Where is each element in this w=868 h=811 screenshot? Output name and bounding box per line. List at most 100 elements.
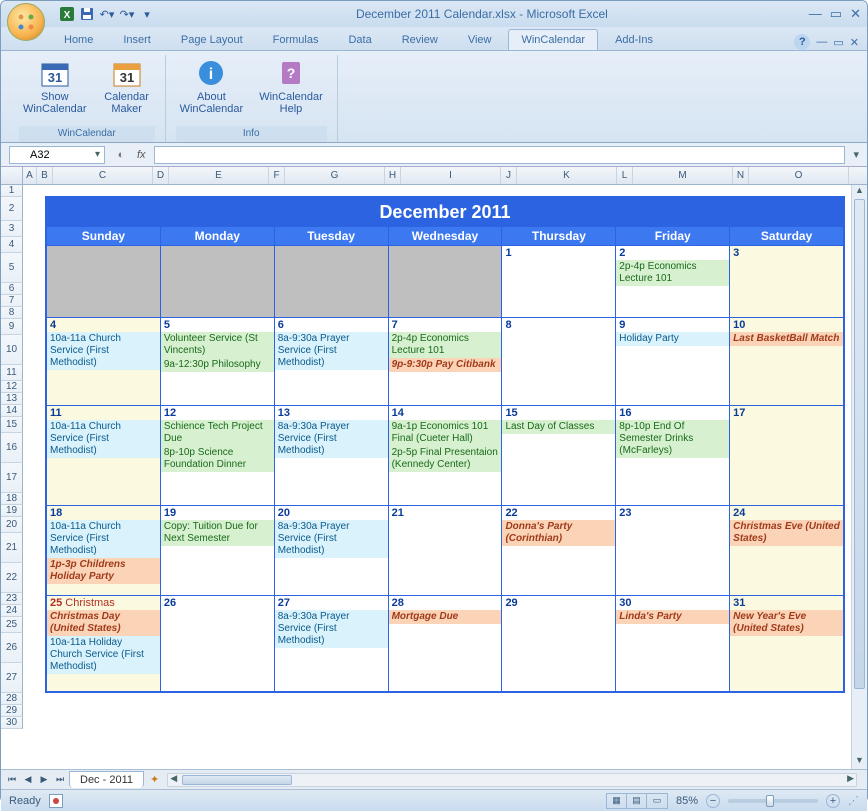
name-box[interactable]: A32 xyxy=(9,146,105,164)
row-header[interactable]: 5 xyxy=(1,253,23,283)
wincalendar-help-button[interactable]: ? WinCalendarHelp xyxy=(255,55,327,124)
calendar-event[interactable]: 10a-11a Holiday Church Service (First Me… xyxy=(47,636,160,674)
scroll-thumb[interactable] xyxy=(182,775,292,785)
row-header[interactable]: 22 xyxy=(1,563,23,593)
calendar-event[interactable]: Schience Tech Project Due xyxy=(161,420,274,446)
row-header[interactable]: 2 xyxy=(1,197,23,221)
resize-grip-icon[interactable]: ⋰ xyxy=(848,794,859,807)
maximize-button[interactable]: ▭ xyxy=(830,6,842,22)
calendar-event[interactable]: Last BasketBall Match xyxy=(730,332,843,346)
calendar-cell[interactable]: 138a-9:30a Prayer Service (First Methodi… xyxy=(275,406,389,505)
calendar-event[interactable]: 8a-9:30a Prayer Service (First Methodist… xyxy=(275,332,388,370)
calendar-event[interactable]: 9p-9:30p Pay Citibank xyxy=(389,358,502,372)
row-header[interactable]: 19 xyxy=(1,505,23,517)
tab-data[interactable]: Data xyxy=(335,29,384,50)
col-header[interactable]: B xyxy=(37,167,53,184)
calendar-event[interactable]: Christmas Day (United States) xyxy=(47,610,160,636)
about-wincalendar-button[interactable]: i AboutWinCalendar xyxy=(176,55,248,124)
row-header[interactable]: 3 xyxy=(1,221,23,237)
row-header[interactable]: 7 xyxy=(1,295,23,307)
calendar-cell[interactable]: 22 Donna's Party (Corinthian) xyxy=(502,506,616,595)
col-header[interactable]: M xyxy=(633,167,733,184)
calendar-cell[interactable]: 15 Last Day of Classes xyxy=(502,406,616,505)
office-button[interactable] xyxy=(7,3,45,41)
calendar-event[interactable]: New Year's Eve (United States) xyxy=(730,610,843,636)
row-header[interactable]: 15 xyxy=(1,417,23,433)
calendar-event[interactable]: 10a-11a Church Service (First Methodist) xyxy=(47,420,160,458)
inner-close-button[interactable]: ✕ xyxy=(850,36,859,49)
row-header[interactable]: 1 xyxy=(1,185,23,197)
row-header[interactable]: 21 xyxy=(1,533,23,563)
excel-icon[interactable]: X xyxy=(59,6,75,22)
row-header[interactable]: 13 xyxy=(1,393,23,405)
calendar-cell[interactable] xyxy=(389,246,503,317)
row-header[interactable]: 14 xyxy=(1,405,23,417)
select-all-corner[interactable] xyxy=(1,167,23,184)
tab-nav-next[interactable]: ▶ xyxy=(37,774,51,785)
scroll-up-icon[interactable]: ▲ xyxy=(852,185,867,199)
calendar-cell[interactable]: 1810a-11a Church Service (First Methodis… xyxy=(47,506,161,595)
calendar-cell[interactable]: 1110a-11a Church Service (First Methodis… xyxy=(47,406,161,505)
show-wincalendar-button[interactable]: 31 ShowWinCalendar xyxy=(19,55,91,124)
calendar-cell[interactable]: 168p-10p End Of Semester Drinks (McFarle… xyxy=(616,406,730,505)
col-header[interactable]: E xyxy=(169,167,269,184)
calendar-event[interactable]: 8a-9:30a Prayer Service (First Methodist… xyxy=(275,610,388,648)
calendar-event[interactable]: 2p-5p Final Presentaion (Kennedy Center) xyxy=(389,446,502,472)
row-header[interactable]: 17 xyxy=(1,463,23,493)
row-header[interactable]: 30 xyxy=(1,717,23,729)
row-header[interactable]: 16 xyxy=(1,433,23,463)
tab-formulas[interactable]: Formulas xyxy=(260,29,332,50)
calendar-cell[interactable]: 72p-4p Economics Lecture 1019p-9:30p Pay… xyxy=(389,318,503,405)
calendar-event[interactable]: Linda's Party xyxy=(616,610,729,624)
undo-icon[interactable]: ↶▾ xyxy=(99,6,115,22)
tab-pagelayout[interactable]: Page Layout xyxy=(168,29,256,50)
horizontal-scrollbar[interactable]: ◀ ▶ xyxy=(167,773,857,787)
calendar-cell[interactable]: 25 Christmas Christmas Day (United State… xyxy=(47,596,161,691)
row-header[interactable]: 25 xyxy=(1,617,23,633)
calendar-cell[interactable]: 149a-1p Economics 101 Final (Cueter Hall… xyxy=(389,406,503,505)
new-sheet-icon[interactable]: ✦ xyxy=(150,773,159,786)
grid-body[interactable]: December 2011 SundayMondayTuesdayWednesd… xyxy=(23,185,851,769)
col-header[interactable]: L xyxy=(617,167,633,184)
col-header[interactable]: N xyxy=(733,167,749,184)
row-header[interactable]: 28 xyxy=(1,693,23,705)
calendar-event[interactable]: 1p-3p Childrens Holiday Party xyxy=(47,558,160,584)
view-pagebreak-button[interactable]: ▭ xyxy=(647,794,667,808)
zoom-slider-knob[interactable] xyxy=(766,795,774,807)
zoom-percent[interactable]: 85% xyxy=(676,795,698,807)
calendar-maker-button[interactable]: 31 CalendarMaker xyxy=(99,55,155,124)
zoom-slider[interactable] xyxy=(728,799,818,803)
calendar-cell[interactable]: 30 Linda's Party xyxy=(616,596,730,691)
calendar-cell[interactable]: 26 xyxy=(161,596,275,691)
row-header[interactable]: 6 xyxy=(1,283,23,295)
col-header[interactable]: A xyxy=(23,167,37,184)
calendar-event[interactable]: 2p-4p Economics Lecture 101 xyxy=(616,260,729,286)
redo-icon[interactable]: ↷▾ xyxy=(119,6,135,22)
view-pagelayout-button[interactable]: ▤ xyxy=(627,794,647,808)
col-header[interactable]: K xyxy=(517,167,617,184)
calendar-cell[interactable]: 22p-4p Economics Lecture 101 xyxy=(616,246,730,317)
row-header[interactable]: 24 xyxy=(1,605,23,617)
calendar-event[interactable]: 9a-12:30p Philosophy xyxy=(161,358,274,372)
inner-minimize-button[interactable]: — xyxy=(816,36,827,48)
sheet-tab-dec-2011[interactable]: Dec - 2011 xyxy=(69,771,144,788)
calendar-cell[interactable]: 28Mortgage Due xyxy=(389,596,503,691)
tab-addins[interactable]: Add-Ins xyxy=(602,29,666,50)
fx-insert-function-icon[interactable]: ◐ xyxy=(113,149,129,161)
col-header[interactable]: G xyxy=(285,167,385,184)
calendar-cell[interactable]: 10Last BasketBall Match xyxy=(730,318,843,405)
row-header[interactable]: 26 xyxy=(1,633,23,663)
row-header[interactable]: 12 xyxy=(1,381,23,393)
row-header[interactable]: 4 xyxy=(1,237,23,253)
calendar-cell[interactable]: 3 xyxy=(730,246,843,317)
col-header[interactable]: J xyxy=(501,167,517,184)
calendar-cell[interactable]: 31 New Year's Eve (United States) xyxy=(730,596,843,691)
col-header[interactable]: H xyxy=(385,167,401,184)
minimize-button[interactable]: — xyxy=(809,6,822,22)
calendar-cell[interactable]: 12 Schience Tech Project Due8p-10p Scien… xyxy=(161,406,275,505)
calendar-cell[interactable]: 17 xyxy=(730,406,843,505)
row-header[interactable]: 20 xyxy=(1,517,23,533)
tab-wincalendar[interactable]: WinCalendar xyxy=(508,29,598,50)
tab-nav-last[interactable]: ⏭ xyxy=(53,774,67,785)
calendar-cell[interactable] xyxy=(161,246,275,317)
